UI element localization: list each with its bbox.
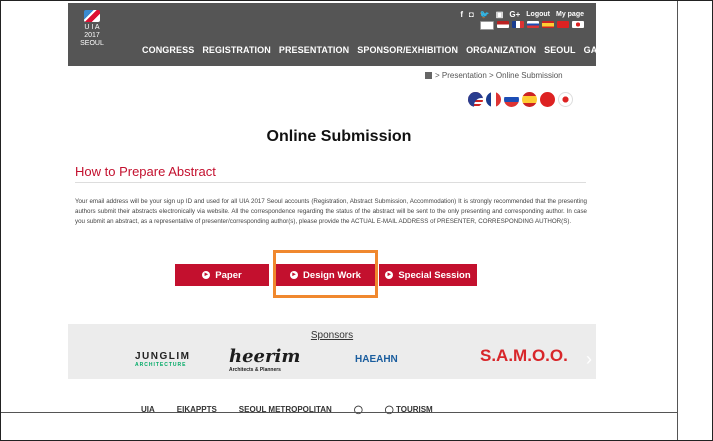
logout-link[interactable]: Logout — [526, 11, 550, 18]
facebook-icon[interactable]: f — [460, 10, 463, 19]
instagram-icon[interactable]: ◘ — [469, 10, 474, 19]
nav-registration[interactable]: REGISTRATION — [202, 45, 271, 55]
sponsors-section: Sponsors ‹ › JUNGLIM ARCHITECTURE heerim… — [60, 324, 596, 379]
lang-ja-icon[interactable] — [558, 92, 573, 107]
special-session-button[interactable]: ► Special Session — [379, 264, 477, 286]
breadcrumb-text[interactable]: > Presentation > Online Submission — [435, 71, 563, 80]
window-divider-horizontal — [1, 412, 677, 413]
arrow-circle-icon: ► — [202, 271, 211, 279]
sponsors-title[interactable]: Sponsors — [68, 330, 596, 341]
flag-us-icon[interactable] — [497, 21, 509, 28]
nav-sponsor-exhibition[interactable]: SPONSOR/EXHIBITION — [357, 45, 458, 55]
lang-zh-icon[interactable] — [540, 92, 555, 107]
flag-es-icon[interactable] — [542, 21, 554, 28]
section-title: How to Prepare Abstract — [75, 164, 216, 179]
logo-mark-icon — [84, 10, 100, 22]
sponsor-heerim-name: heerim — [229, 346, 301, 367]
flag-jp-icon[interactable] — [572, 21, 584, 28]
arrow-circle-icon: ► — [385, 271, 394, 279]
site-header: U I A 2017 SEOUL f ◘ 🐦 ▣ G+ Logout My pa… — [68, 3, 627, 66]
breadcrumb: > Presentation > Online Submission — [425, 71, 563, 80]
flag-fr-icon[interactable] — [512, 21, 524, 28]
lang-en-icon[interactable] — [468, 92, 483, 107]
uia-logo[interactable]: U I A 2017 SEOUL — [80, 10, 104, 48]
lang-fr-icon[interactable] — [486, 92, 501, 107]
paper-button[interactable]: ► Paper — [175, 264, 269, 286]
sponsor-samoo-logo[interactable]: S.A.M.O.O. — [480, 346, 568, 366]
youtube-icon[interactable]: ▣ — [496, 10, 504, 19]
section-divider — [75, 182, 586, 183]
page-title: Online Submission — [266, 128, 412, 145]
nav-gallery[interactable]: GALLERY — [584, 45, 627, 55]
carousel-next-icon[interactable]: › — [586, 349, 592, 370]
language-selector — [468, 92, 573, 107]
window-divider-vertical — [677, 1, 678, 440]
browser-frame: U I A 2017 SEOUL f ◘ 🐦 ▣ G+ Logout My pa… — [0, 0, 713, 441]
instructions-text: Your email address will be your sign up … — [75, 198, 587, 226]
top-links: f ◘ 🐦 ▣ G+ Logout My page — [460, 10, 584, 19]
paper-button-label: Paper — [215, 269, 242, 281]
lang-es-icon[interactable] — [522, 92, 537, 107]
sponsor-junglim-name: JUNGLIM — [135, 351, 191, 362]
lang-ru-icon[interactable] — [504, 92, 519, 107]
special-session-button-label: Special Session — [398, 269, 471, 281]
sponsor-junglim-logo[interactable]: JUNGLIM ARCHITECTURE — [135, 351, 191, 368]
nav-congress[interactable]: CONGRESS — [142, 45, 194, 55]
sponsor-heerim-logo[interactable]: heerim Architects & Planners — [229, 346, 300, 373]
flag-ru-icon[interactable] — [527, 21, 539, 28]
main-nav: CONGRESS REGISTRATION PRESENTATION SPONS… — [142, 45, 627, 55]
nav-presentation[interactable]: PRESENTATION — [279, 45, 349, 55]
nav-seoul[interactable]: SEOUL — [544, 45, 576, 55]
home-icon[interactable] — [425, 72, 432, 80]
logo-text: U I A 2017 SEOUL — [80, 24, 104, 47]
my-page-link[interactable]: My page — [556, 11, 584, 18]
twitter-icon[interactable]: 🐦 — [480, 10, 490, 19]
nav-organization[interactable]: ORGANIZATION — [466, 45, 536, 55]
google-plus-icon[interactable]: G+ — [509, 10, 520, 19]
flag-cn-icon[interactable] — [557, 21, 569, 28]
annotation-highlight-box — [273, 250, 378, 298]
header-flags — [480, 21, 584, 30]
carousel-prev-icon[interactable]: ‹ — [60, 349, 66, 370]
sponsor-haeahn-logo[interactable]: HAEAHN — [355, 354, 398, 365]
flag-kr-icon[interactable] — [480, 21, 494, 30]
sponsor-junglim-sub: ARCHITECTURE — [135, 362, 187, 368]
sponsor-heerim-sub: Architects & Planners — [229, 367, 281, 373]
